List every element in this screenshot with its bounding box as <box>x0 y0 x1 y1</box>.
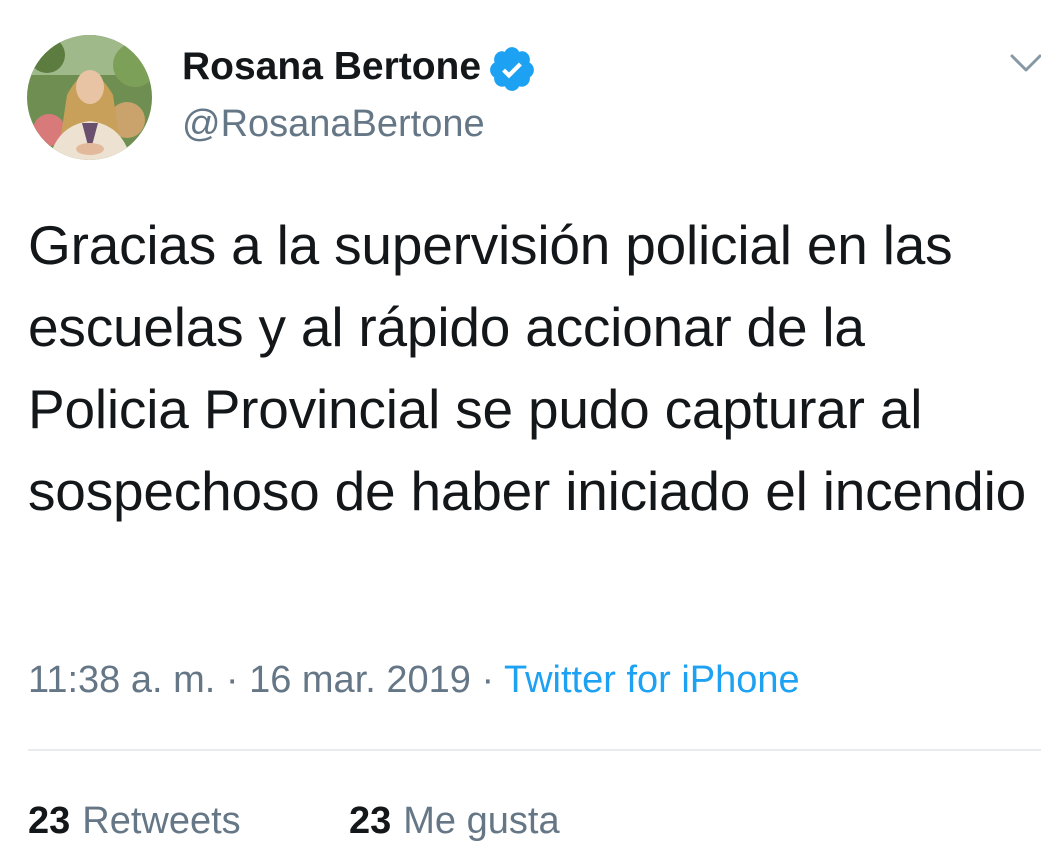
tweet-date[interactable]: 16 mar. 2019 <box>249 659 471 701</box>
user-handle[interactable]: @RosanaBertone <box>182 99 485 149</box>
likes-stat[interactable]: 23 Me gusta <box>349 796 560 846</box>
divider <box>28 749 1041 751</box>
avatar-photo <box>27 35 152 160</box>
retweets-label: Retweets <box>82 800 241 842</box>
likes-count: 23 <box>349 800 392 842</box>
tweet-meta: 11:38 a. m. · 16 mar. 2019 · Twitter for… <box>28 655 800 705</box>
meta-separator: · <box>225 659 239 701</box>
chevron-down-icon[interactable] <box>1008 48 1041 78</box>
verified-badge-icon <box>490 47 534 91</box>
meta-separator: · <box>481 659 495 701</box>
retweets-stat[interactable]: 23 Retweets <box>28 796 241 846</box>
retweets-count: 23 <box>28 800 71 842</box>
display-name[interactable]: Rosana Bertone <box>182 42 481 92</box>
tweet-source-link[interactable]: Twitter for iPhone <box>504 659 800 701</box>
tweet-text: Gracias a la supervisión policial en las… <box>28 214 1026 522</box>
avatar[interactable] <box>27 35 152 160</box>
tweet-time[interactable]: 11:38 a. m. <box>28 659 215 701</box>
likes-label: Me gusta <box>403 800 560 842</box>
